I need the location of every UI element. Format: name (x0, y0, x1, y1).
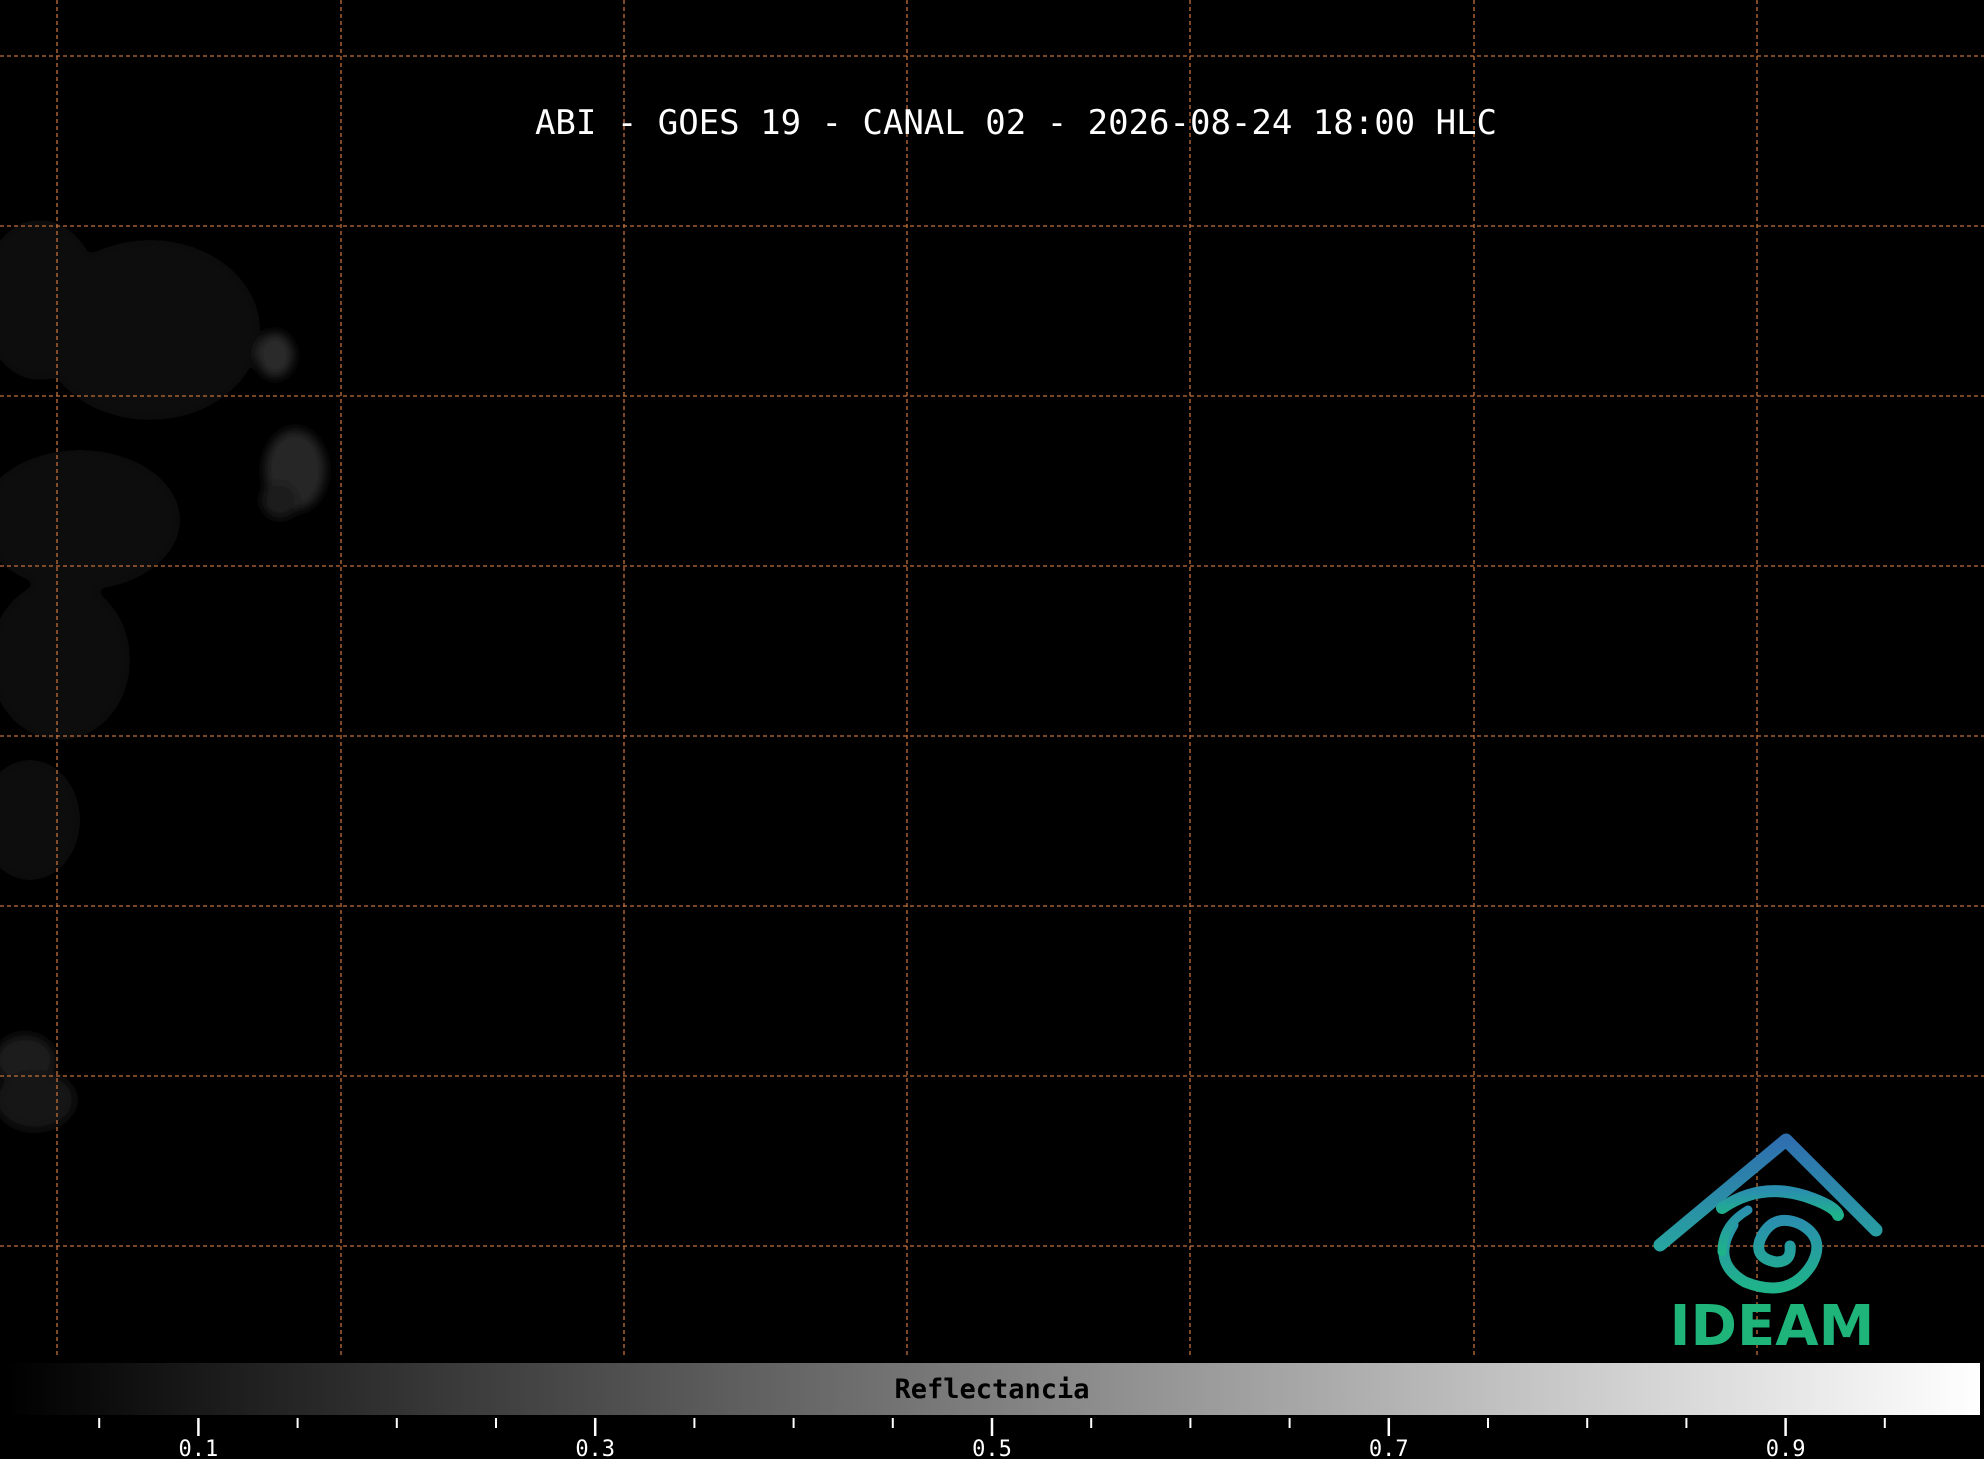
image-background (0, 0, 1984, 1459)
satellite-image-view: ABI - GOES 19 - CANAL 02 - 2026-08-24 18… (0, 0, 1984, 1459)
logo-text: IDEAM (1670, 1294, 1875, 1359)
satellite-image-canvas: ABI - GOES 19 - CANAL 02 - 2026-08-24 18… (0, 0, 1984, 1459)
image-title: ABI - GOES 19 - CANAL 02 - 2026-08-24 18… (535, 103, 1497, 143)
colorbar-tick-label: 0.7 (1369, 1437, 1409, 1459)
colorbar-label: Reflectancia (894, 1374, 1089, 1405)
colorbar-tick-label: 0.3 (575, 1437, 615, 1459)
colorbar-tick-label: 0.9 (1766, 1437, 1806, 1459)
colorbar-tick-label: 0.1 (179, 1437, 219, 1459)
colorbar-tick-label: 0.5 (972, 1437, 1012, 1459)
